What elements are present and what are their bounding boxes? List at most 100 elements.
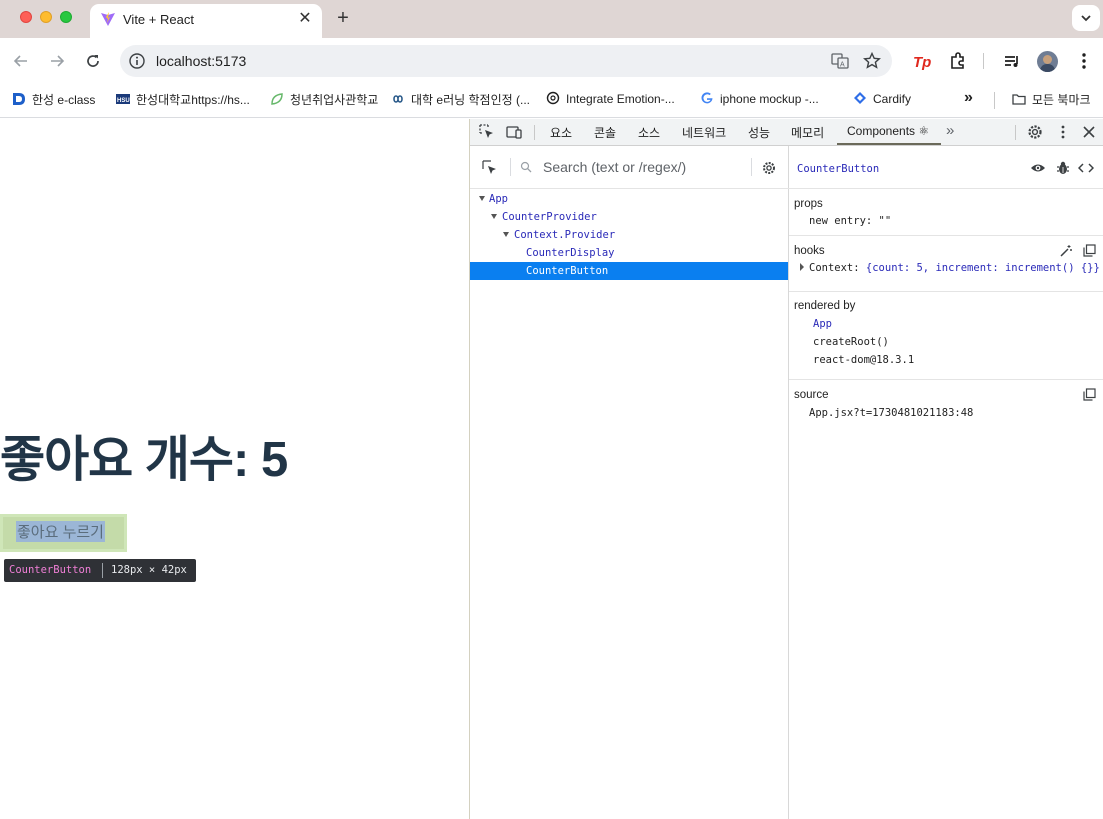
select-element-icon[interactable] bbox=[482, 160, 498, 176]
inspect-element-icon[interactable] bbox=[478, 123, 496, 141]
vite-logo-icon bbox=[101, 12, 115, 26]
context-hook-entry[interactable]: Context: {count: 5, increment: increment… bbox=[809, 262, 1100, 274]
svg-text:A: A bbox=[840, 62, 845, 69]
arrow-left-icon bbox=[13, 55, 27, 67]
tab-sources[interactable]: 소스 bbox=[638, 124, 660, 141]
rendered-by-app-link[interactable]: App bbox=[813, 318, 832, 330]
inspect-tooltip-divider bbox=[102, 563, 103, 578]
like-button[interactable]: 좋아요 누르기 bbox=[0, 514, 127, 552]
more-menu-icon[interactable] bbox=[1074, 51, 1094, 71]
window-minimize-button[interactable] bbox=[40, 11, 52, 23]
search-divider bbox=[751, 158, 752, 176]
bookmark-item[interactable]: Cardify bbox=[853, 91, 911, 111]
bookmark-item[interactable]: HSU 한성대학교https://hs... bbox=[116, 91, 250, 111]
media-queue-icon[interactable] bbox=[1002, 51, 1022, 71]
all-bookmarks-folder[interactable]: 모든 북마크 bbox=[1012, 91, 1091, 111]
tree-node-counter-provider[interactable]: CounterProvider bbox=[470, 208, 788, 226]
tab-network[interactable]: 네트워크 bbox=[682, 124, 726, 141]
bug-icon[interactable] bbox=[1056, 160, 1070, 176]
rendered-by-create-root: createRoot() bbox=[813, 336, 889, 348]
props-section: props new entry: "" bbox=[789, 190, 1103, 236]
inspect-tooltip-name: CounterButton bbox=[9, 564, 92, 576]
new-tab-button[interactable]: + bbox=[333, 8, 353, 28]
leaf-logo-icon bbox=[271, 93, 283, 105]
more-tabs-chevron-icon[interactable]: » bbox=[946, 122, 954, 139]
bookmark-item[interactable]: 한성 e-class bbox=[12, 91, 95, 111]
inspector-header: CounterButton bbox=[789, 146, 1103, 189]
source-section: source App.jsx?t=1730481021183:48 bbox=[789, 380, 1103, 432]
tab-search-button[interactable] bbox=[1072, 5, 1100, 31]
bookmark-item[interactable]: Integrate Emotion-... bbox=[546, 91, 675, 111]
tree-node-counter-display[interactable]: CounterDisplay bbox=[470, 244, 788, 262]
tree-search-row: Search (text or /regex/) bbox=[470, 146, 789, 189]
close-icon[interactable] bbox=[1080, 123, 1098, 141]
expand-arrow-icon[interactable] bbox=[503, 232, 509, 237]
tab-strip: Vite + React ✕ + bbox=[0, 0, 1103, 38]
source-location-link[interactable]: App.jsx?t=1730481021183:48 bbox=[809, 407, 973, 419]
active-tab[interactable]: Vite + React ✕ bbox=[90, 4, 322, 38]
eclass-logo-icon bbox=[13, 93, 25, 105]
tab-title: Vite + React bbox=[123, 12, 194, 27]
bookmark-item[interactable]: 대학 e러닝 학점인정 (... bbox=[391, 91, 530, 111]
bookmark-item[interactable]: iphone mockup -... bbox=[700, 91, 819, 111]
copy-icon[interactable] bbox=[1083, 244, 1096, 257]
bookmark-item[interactable]: 청년취업사관학교 bbox=[270, 91, 378, 111]
kebab-menu-icon[interactable] bbox=[1054, 123, 1072, 141]
url-text[interactable]: localhost:5173 bbox=[156, 53, 246, 69]
eye-icon[interactable] bbox=[1030, 161, 1046, 175]
tree-node-counter-button[interactable]: CounterButton bbox=[470, 262, 788, 280]
tree-node-app[interactable]: App bbox=[470, 190, 788, 208]
folder-icon bbox=[1012, 94, 1026, 105]
device-toolbar-icon[interactable] bbox=[505, 123, 523, 141]
more-bookmarks-chevron-icon[interactable]: » bbox=[964, 89, 973, 109]
arrow-right-icon bbox=[51, 55, 65, 67]
devtools-panel: 요소 콘솔 소스 네트워크 성능 메모리 Components ⚛ » Sear… bbox=[469, 119, 1103, 819]
tab-components[interactable]: Components ⚛ bbox=[847, 124, 929, 138]
tab-console[interactable]: 콘솔 bbox=[594, 124, 616, 141]
svg-text:HSU: HSU bbox=[117, 98, 130, 104]
forward-button[interactable] bbox=[46, 50, 68, 72]
extensions-puzzle-icon[interactable] bbox=[948, 51, 968, 71]
inspect-tooltip: CounterButton 128px × 42px bbox=[4, 559, 196, 582]
tab-memory[interactable]: 메모리 bbox=[791, 124, 824, 141]
search-divider bbox=[510, 158, 511, 176]
bookmarks-divider bbox=[994, 92, 995, 109]
expand-arrow-icon[interactable] bbox=[799, 263, 805, 271]
browser-toolbar: localhost:5173 A Tp bbox=[0, 38, 1103, 84]
back-button[interactable] bbox=[10, 50, 32, 72]
site-info-icon[interactable] bbox=[128, 52, 146, 70]
hansung-logo-icon: HSU bbox=[116, 94, 130, 104]
view-source-icon[interactable] bbox=[1078, 161, 1094, 175]
rendered-by-react-dom: react-dom@18.3.1 bbox=[813, 354, 915, 366]
like-button-label: 좋아요 누르기 bbox=[16, 521, 105, 542]
window-maximize-button[interactable] bbox=[60, 11, 72, 23]
settings-gear-icon[interactable] bbox=[1026, 123, 1044, 141]
expand-arrow-icon[interactable] bbox=[479, 196, 485, 201]
window-close-button[interactable] bbox=[20, 11, 32, 23]
settings-gear-icon[interactable] bbox=[761, 160, 777, 176]
rendered-by-section: rendered by App createRoot() react-dom@1… bbox=[789, 292, 1103, 380]
devtools-tab-bar: 요소 콘솔 소스 네트워크 성능 메모리 Components ⚛ » bbox=[470, 119, 1103, 146]
copy-icon[interactable] bbox=[1083, 388, 1096, 401]
close-tab-icon[interactable]: ✕ bbox=[296, 10, 314, 28]
like-count-heading: 좋아요 개수: 5 bbox=[0, 433, 288, 487]
new-prop-value[interactable]: "" bbox=[879, 215, 892, 227]
expand-arrow-icon[interactable] bbox=[491, 214, 497, 219]
reload-button[interactable] bbox=[82, 50, 104, 72]
openai-logo-icon bbox=[546, 91, 560, 105]
active-tab-indicator bbox=[837, 143, 941, 145]
star-icon[interactable] bbox=[862, 51, 882, 71]
page-content: 좋아요 개수: 5 좋아요 누르기 CounterButton 128px × … bbox=[0, 119, 469, 819]
translate-icon[interactable]: A bbox=[830, 51, 850, 71]
tab-elements[interactable]: 요소 bbox=[550, 124, 572, 141]
component-search-input[interactable]: Search (text or /regex/) bbox=[543, 159, 686, 175]
profile-avatar[interactable] bbox=[1037, 51, 1058, 72]
tp-extension-icon[interactable]: Tp bbox=[912, 51, 932, 71]
inspected-component-name: CounterButton bbox=[797, 163, 880, 175]
magic-wand-icon[interactable] bbox=[1059, 244, 1073, 258]
tab-performance[interactable]: 성능 bbox=[748, 124, 770, 141]
tree-node-context-provider[interactable]: Context.Provider bbox=[470, 226, 788, 244]
new-prop-entry[interactable]: new entry: "" bbox=[809, 215, 891, 227]
toolbar-divider bbox=[983, 53, 984, 69]
address-bar[interactable]: localhost:5173 A bbox=[120, 45, 892, 77]
